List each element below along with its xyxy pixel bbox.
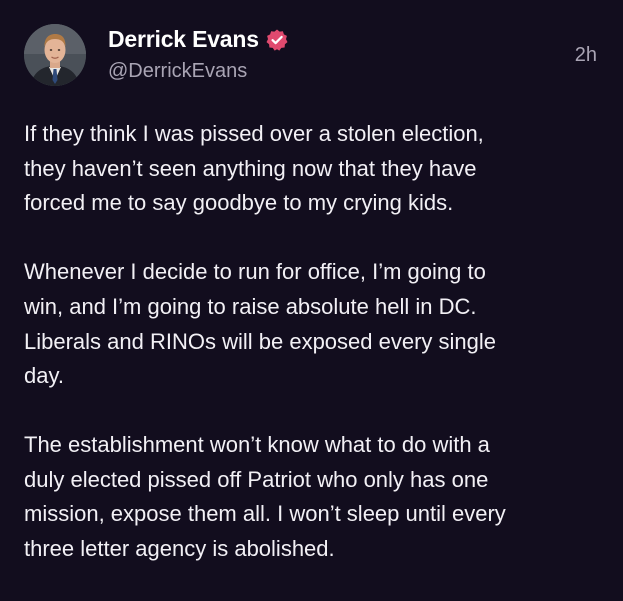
verified-badge-icon — [265, 28, 289, 52]
author-display-name[interactable]: Derrick Evans — [108, 26, 259, 53]
post-timestamp[interactable]: 2h — [575, 44, 597, 67]
profile-photo-icon — [24, 24, 86, 86]
post-paragraph: If they think I was pissed over a stolen… — [24, 121, 484, 216]
author-name-row: Derrick Evans — [108, 26, 289, 53]
post-header: Derrick Evans @DerrickEvans 2h — [24, 24, 599, 88]
post-body: If they think I was pissed over a stolen… — [24, 117, 604, 601]
post-card: Derrick Evans @DerrickEvans 2h If they t… — [0, 0, 623, 577]
post-paragraph: The establishment won’t know what to do … — [24, 431, 506, 562]
avatar[interactable] — [24, 24, 86, 86]
author-handle[interactable]: @DerrickEvans — [108, 60, 247, 83]
post-paragraph: Whenever I decide to run for office, I’m… — [24, 259, 497, 389]
